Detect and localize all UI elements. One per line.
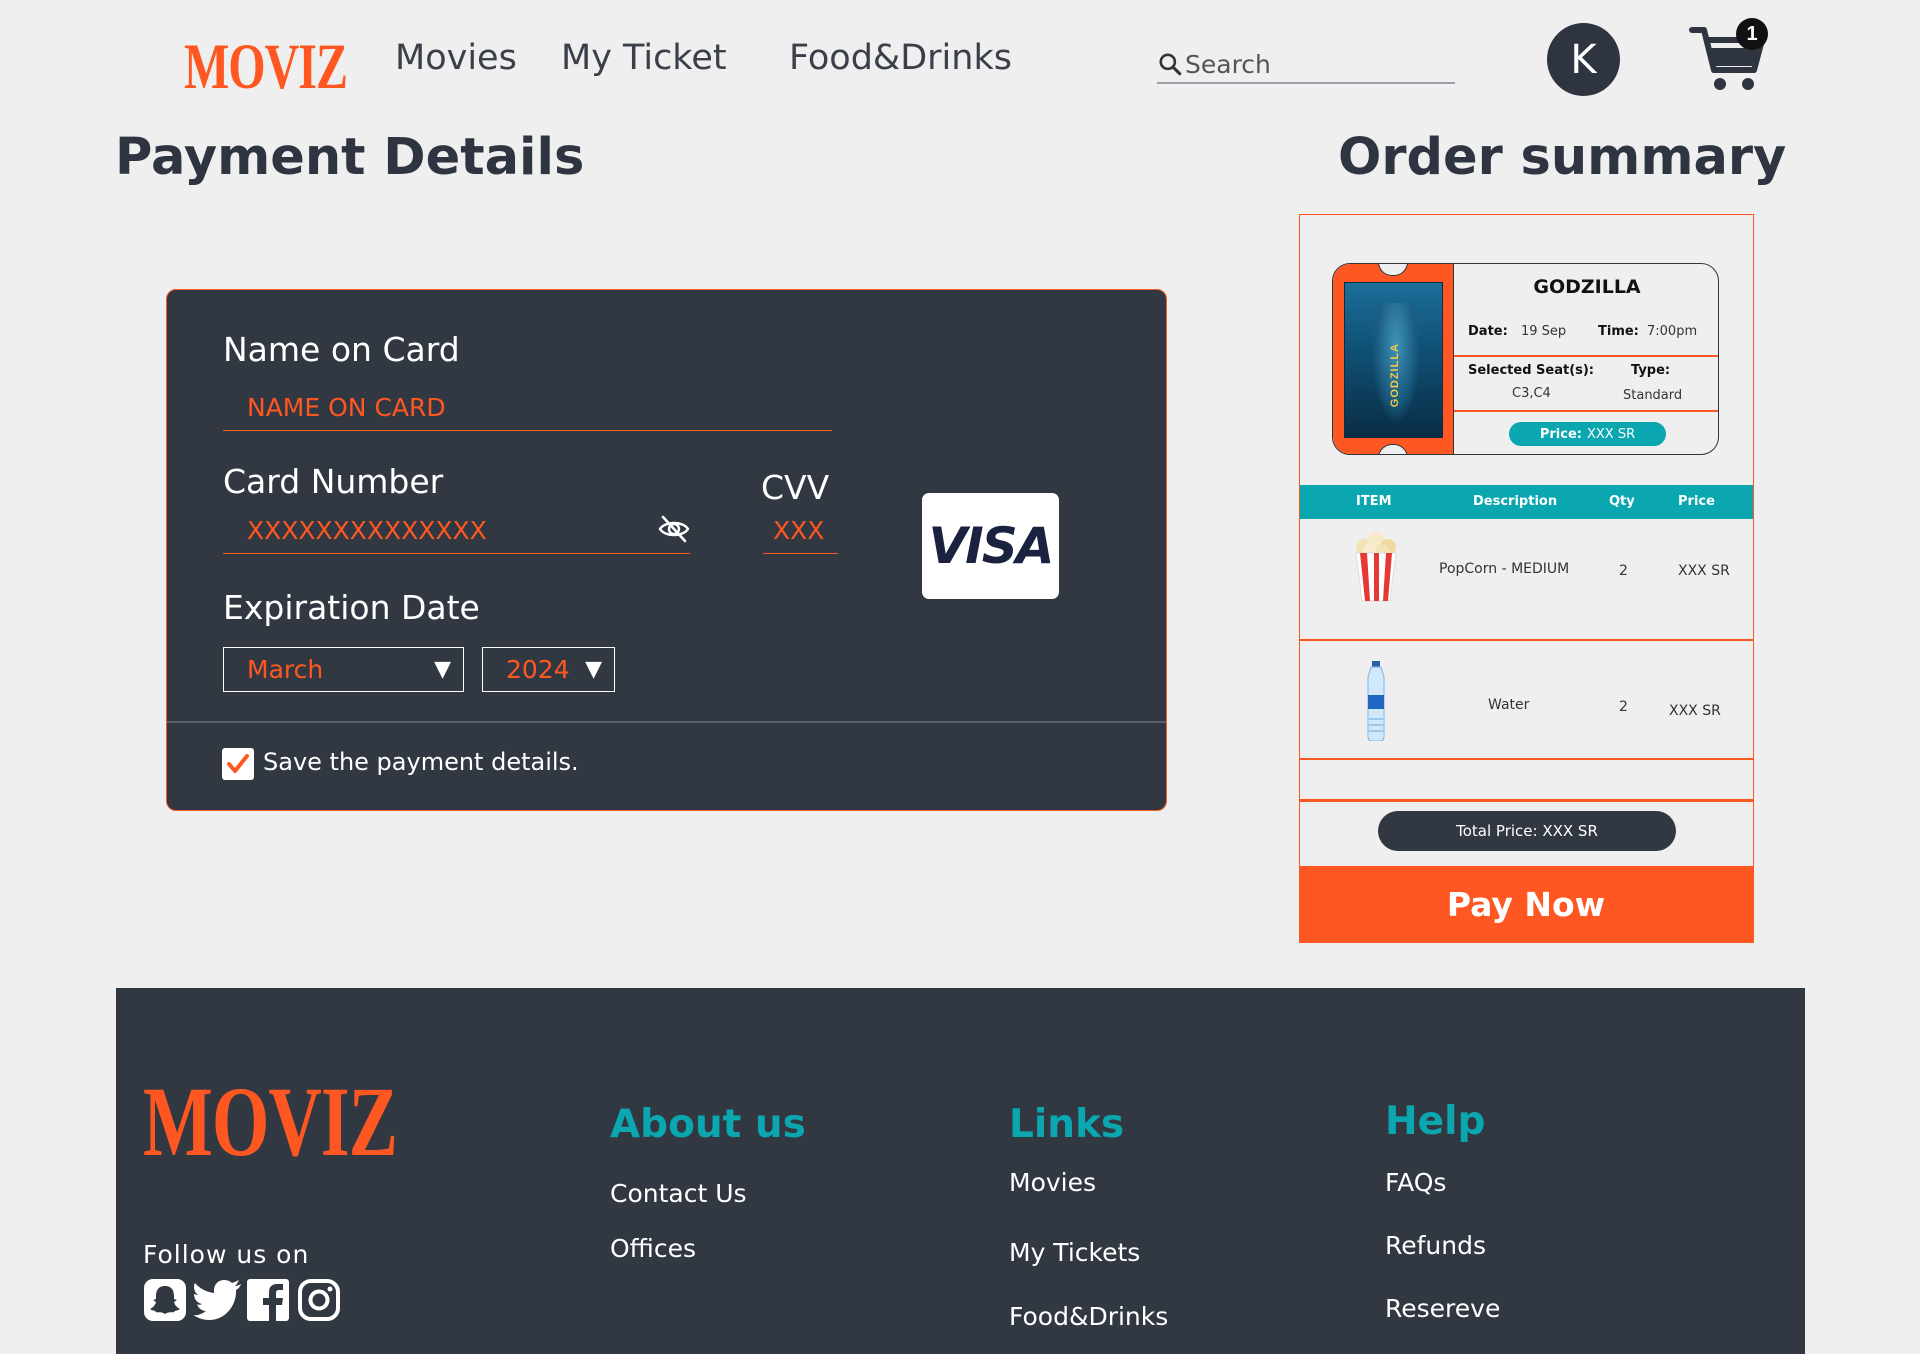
twitter-icon[interactable] <box>193 1278 243 1322</box>
poster-title: GODZILLA <box>1389 343 1401 408</box>
search-icon[interactable] <box>1157 51 1183 77</box>
help-heading: Help <box>1385 1099 1486 1144</box>
ticket-time-value: 7:00pm <box>1647 324 1698 339</box>
pay-now-button[interactable]: Pay Now <box>1298 866 1754 943</box>
ticket-poster-frame: GODZILLA <box>1333 264 1454 454</box>
footer: MOVIZ Follow us on About us Contact Us O… <box>116 988 1805 1354</box>
footer-link-refunds[interactable]: Refunds <box>1385 1231 1486 1260</box>
godzilla-poster: GODZILLA <box>1344 282 1443 438</box>
order-item-price: XXX SR <box>1669 703 1721 719</box>
expiration-year-select[interactable]: 2024 ▼ <box>482 647 615 692</box>
ticket-type-value: Standard <box>1623 388 1683 403</box>
movie-ticket: GODZILLA GODZILLA Date: 19 Sep Time: 7:0… <box>1332 263 1719 455</box>
col-price: Price <box>1678 494 1715 509</box>
ticket-price-pill: Price: XXX SR <box>1509 422 1666 446</box>
user-avatar[interactable]: K <box>1547 23 1620 96</box>
dropdown-caret-icon: ▼ <box>585 657 602 682</box>
footer-link-reserve[interactable]: Resereve <box>1385 1294 1500 1323</box>
search-bar <box>1157 46 1455 84</box>
ticket-type-label: Type: <box>1631 363 1671 378</box>
ticket-seats-value: C3,C4 <box>1512 386 1551 401</box>
order-item-qty: 2 <box>1619 699 1628 715</box>
footer-logo[interactable]: MOVIZ <box>143 1066 398 1181</box>
order-summary-panel: GODZILLA GODZILLA Date: 19 Sep Time: 7:0… <box>1298 214 1754 943</box>
visa-logo: VISA <box>922 493 1059 599</box>
order-table-header: ITEM Description Qty Price <box>1300 485 1753 519</box>
row-divider <box>1300 639 1753 641</box>
snapchat-icon[interactable] <box>143 1278 187 1322</box>
about-us-heading: About us <box>610 1102 806 1147</box>
order-summary-heading: Order summary <box>1338 128 1787 187</box>
footer-link-movies[interactable]: Movies <box>1009 1168 1096 1197</box>
expiration-year-value: 2024 <box>506 655 570 684</box>
save-payment-label: Save the payment details. <box>263 748 579 776</box>
divider <box>167 721 1166 723</box>
expiration-month-value: March <box>247 655 324 684</box>
cvv-input[interactable] <box>763 508 838 554</box>
ticket-date-value: 19 Sep <box>1521 324 1567 339</box>
col-item: ITEM <box>1356 494 1392 509</box>
ticket-divider <box>1454 410 1718 412</box>
cvv-label: CVV <box>761 468 830 507</box>
save-payment-checkbox[interactable] <box>222 748 254 780</box>
order-item-description: PopCorn - MEDIUM <box>1439 561 1570 577</box>
name-on-card-input[interactable] <box>223 385 832 431</box>
name-on-card-label: Name on Card <box>223 330 460 369</box>
ticket-date-label: Date: <box>1468 324 1508 339</box>
links-heading: Links <box>1009 1102 1125 1147</box>
card-number-label: Card Number <box>223 462 444 501</box>
ticket-price-value: XXX SR <box>1586 426 1636 442</box>
ticket-notch <box>1378 444 1408 454</box>
expiration-month-select[interactable]: March ▼ <box>223 647 464 692</box>
footer-link-food-drinks[interactable]: Food&Drinks <box>1009 1302 1168 1331</box>
order-item-price: XXX SR <box>1678 563 1730 579</box>
col-description: Description <box>1473 494 1558 509</box>
row-divider <box>1300 799 1753 802</box>
ticket-notch <box>1378 264 1408 276</box>
search-input[interactable] <box>1185 49 1445 79</box>
nav-food-drinks[interactable]: Food&Drinks <box>789 38 1012 78</box>
total-price: Total Price: XXX SR <box>1378 811 1676 851</box>
ticket-price-label: Price: <box>1539 426 1582 442</box>
payment-details-heading: Payment Details <box>115 128 585 187</box>
nav-movies[interactable]: Movies <box>395 38 517 78</box>
water-bottle-icon <box>1367 661 1385 741</box>
follow-us-label: Follow us on <box>143 1240 310 1269</box>
ticket-movie-title: GODZILLA <box>1533 276 1641 298</box>
footer-link-my-tickets[interactable]: My Tickets <box>1009 1238 1140 1267</box>
ticket-divider <box>1454 355 1718 357</box>
hide-visibility-icon[interactable] <box>657 512 691 546</box>
popcorn-icon <box>1355 532 1397 602</box>
expiration-date-label: Expiration Date <box>223 588 480 627</box>
cart-count-badge: 1 <box>1736 18 1768 50</box>
footer-link-contact-us[interactable]: Contact Us <box>610 1179 747 1208</box>
order-item-qty: 2 <box>1619 563 1628 579</box>
ticket-seats-label: Selected Seat(s): <box>1468 363 1595 378</box>
ticket-time-label: Time: <box>1598 324 1639 339</box>
checkmark-icon <box>227 754 249 773</box>
row-divider <box>1300 758 1753 760</box>
col-qty: Qty <box>1609 494 1635 509</box>
nav-my-ticket[interactable]: My Ticket <box>561 38 727 78</box>
dropdown-caret-icon: ▼ <box>434 657 451 682</box>
order-item-description: Water <box>1488 697 1530 713</box>
payment-form: Name on Card Card Number CVV VISA Expira… <box>166 289 1167 811</box>
facebook-icon[interactable] <box>246 1278 290 1322</box>
footer-link-offices[interactable]: Offices <box>610 1234 696 1263</box>
instagram-icon[interactable] <box>297 1278 341 1322</box>
footer-link-faqs[interactable]: FAQs <box>1385 1168 1446 1197</box>
moviz-logo[interactable]: MOVIZ <box>184 30 348 104</box>
card-number-input[interactable] <box>223 508 690 554</box>
